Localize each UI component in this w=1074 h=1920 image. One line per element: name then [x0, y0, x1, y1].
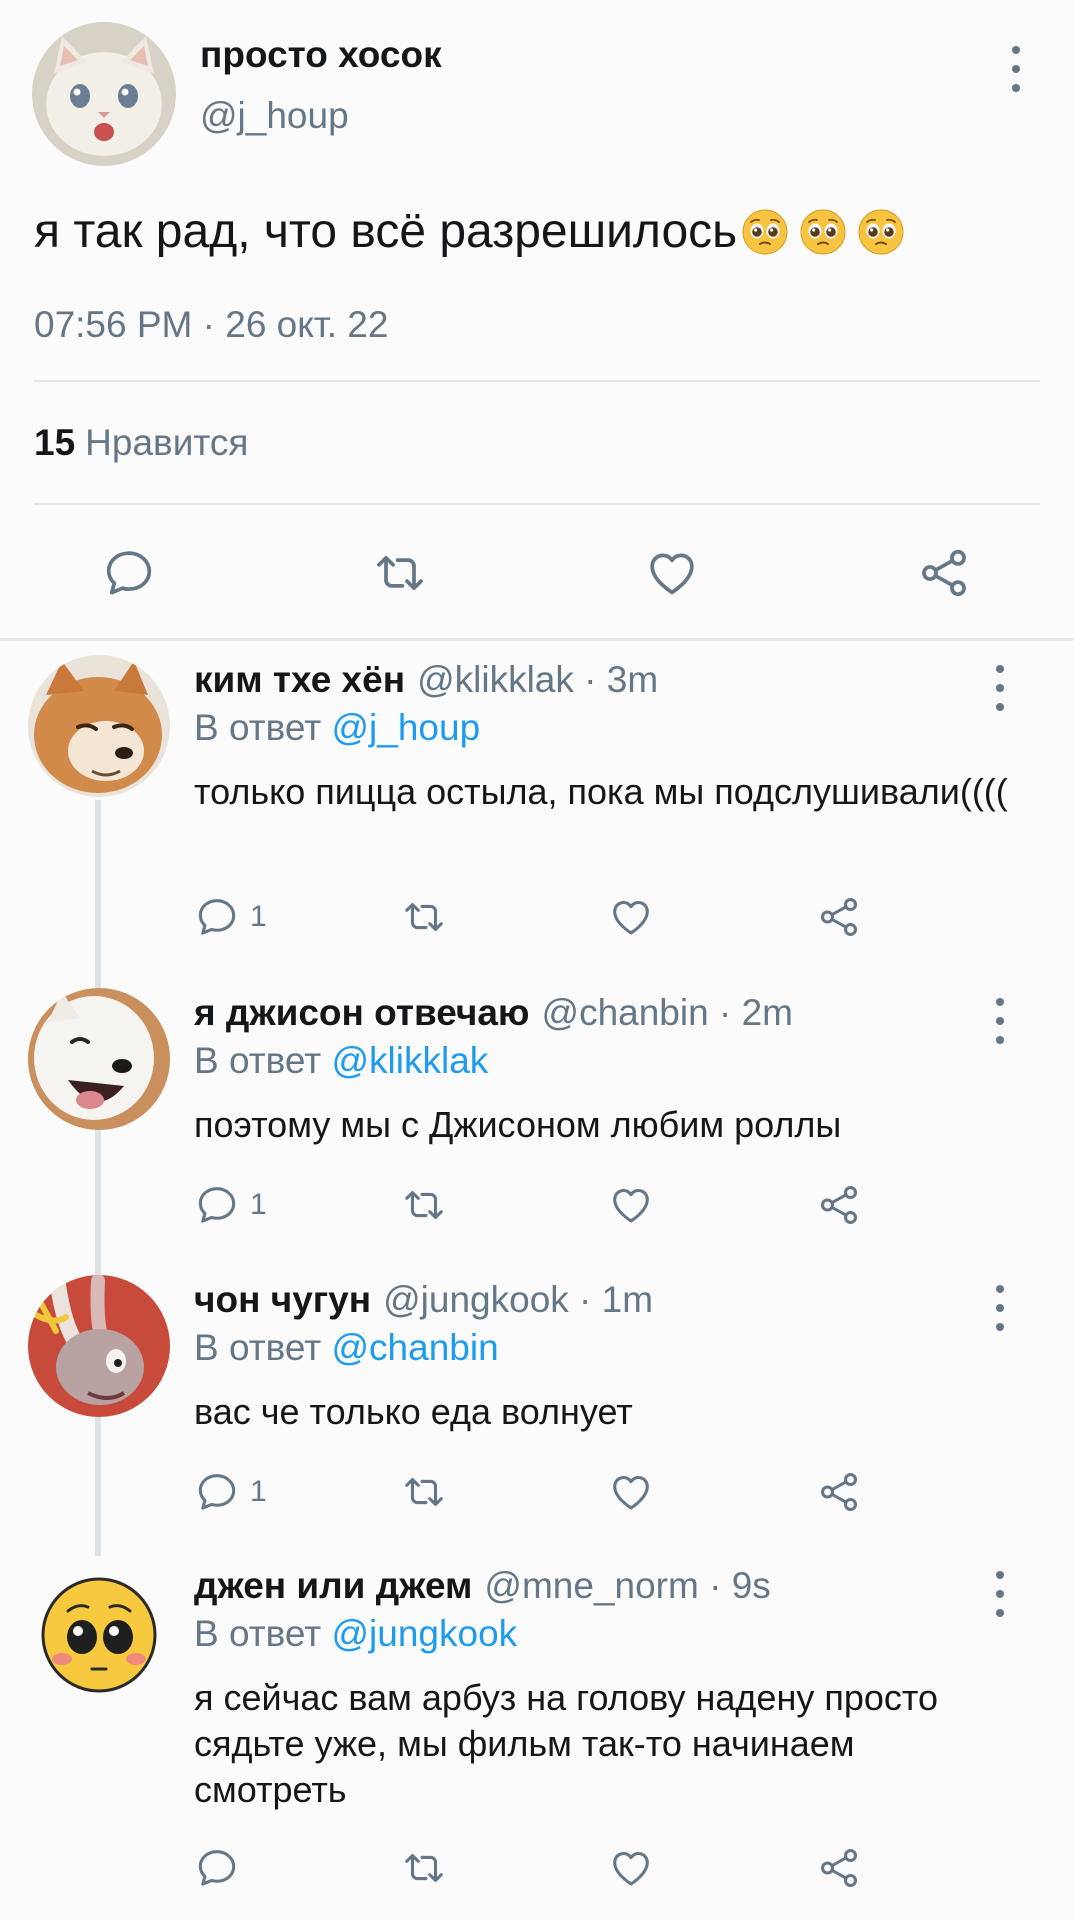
- reply-header: ким тхе хён @klikklak · 3m: [194, 659, 658, 701]
- replying-to-mention[interactable]: @j_houp: [332, 707, 481, 748]
- reply-text: я сейчас вам арбуз на голову надену прос…: [194, 1677, 938, 1810]
- reply-display-name[interactable]: ким тхе хён: [194, 659, 405, 700]
- reply-count: 1: [250, 1188, 267, 1221]
- retweet-action[interactable]: [401, 1182, 447, 1228]
- replying-to: В ответ @klikklak: [194, 1040, 488, 1082]
- replying-to-mention[interactable]: @jungkook: [332, 1613, 518, 1654]
- replying-to-label: В ответ: [194, 1040, 322, 1081]
- reply-handle-time[interactable]: @jungkook · 1m: [383, 1279, 653, 1320]
- share-action[interactable]: [816, 894, 862, 940]
- author-display-name[interactable]: просто хосок: [200, 34, 442, 76]
- reply-icon[interactable]: [101, 545, 157, 601]
- reply-text: только пицца остыла, пока мы подслушивал…: [194, 771, 1008, 812]
- reply-avatar[interactable]: [28, 1275, 170, 1417]
- reply-handle-time[interactable]: @chanbin · 2m: [542, 992, 793, 1033]
- reply-icon[interactable]: [194, 1469, 240, 1515]
- retweet-icon[interactable]: [401, 1182, 447, 1228]
- author-handle[interactable]: @j_houp: [200, 95, 349, 137]
- reply-avatar[interactable]: [28, 655, 170, 797]
- pleading-face-icon: [741, 208, 789, 256]
- share-action[interactable]: [816, 1845, 862, 1891]
- more-options-icon[interactable]: [990, 1285, 1010, 1331]
- share-icon[interactable]: [816, 1469, 862, 1515]
- like-count: 15: [34, 422, 76, 463]
- reply-text: поэтому мы с Джисоном любим роллы: [194, 1104, 842, 1145]
- reply-actions: [194, 1845, 894, 1895]
- thread-connector: [95, 800, 101, 1556]
- reply-icon[interactable]: [194, 894, 240, 940]
- share-icon[interactable]: [816, 894, 862, 940]
- reply-header: джен или джем @mne_norm · 9s: [194, 1565, 771, 1607]
- reply-avatar[interactable]: [28, 988, 170, 1130]
- reply-icon[interactable]: [194, 1182, 240, 1228]
- reply-actions: 1: [194, 894, 894, 944]
- tweet-text-row: я так рад, что всё разрешилось: [34, 204, 905, 259]
- section-divider: [0, 638, 1074, 641]
- main-tweet: просто хосок @j_houp я так рад, что всё …: [0, 0, 1074, 640]
- retweet-icon[interactable]: [401, 894, 447, 940]
- replying-to-mention[interactable]: @chanbin: [332, 1327, 499, 1368]
- more-options-icon[interactable]: [990, 998, 1010, 1044]
- reply-header: чон чугун @jungkook · 1m: [194, 1279, 653, 1321]
- replying-to-label: В ответ: [194, 1327, 322, 1368]
- share-action[interactable]: [816, 1182, 862, 1228]
- retweet-icon[interactable]: [401, 1845, 447, 1891]
- like-action[interactable]: [608, 1845, 654, 1891]
- like-icon[interactable]: [608, 894, 654, 940]
- like-icon[interactable]: [644, 545, 700, 601]
- reply-handle-time[interactable]: @klikklak · 3m: [417, 659, 658, 700]
- replying-to-mention[interactable]: @klikklak: [332, 1040, 489, 1081]
- tweet-text: я так рад, что всё разрешилось: [34, 205, 738, 258]
- reply-avatar[interactable]: [28, 1561, 170, 1703]
- share-icon[interactable]: [816, 1845, 862, 1891]
- tweet-timestamp: 07:56 PM · 26 окт. 22: [34, 304, 389, 345]
- like-icon[interactable]: [608, 1469, 654, 1515]
- reply-display-name[interactable]: я джисон отвечаю: [194, 992, 530, 1033]
- pleading-face-icon: [799, 208, 847, 256]
- reply-display-name[interactable]: чон чугун: [194, 1279, 371, 1320]
- reply-action[interactable]: [194, 1845, 250, 1891]
- reply-count: 1: [250, 1475, 267, 1508]
- retweet-action[interactable]: [401, 1845, 447, 1891]
- retweet-action[interactable]: [401, 894, 447, 940]
- retweet-icon[interactable]: [401, 1469, 447, 1515]
- like-label: Нравится: [85, 422, 249, 463]
- reply-handle-time[interactable]: @mne_norm · 9s: [484, 1565, 770, 1606]
- replying-to: В ответ @chanbin: [194, 1327, 499, 1369]
- reply-icon[interactable]: [194, 1845, 240, 1891]
- author-avatar[interactable]: [32, 22, 176, 166]
- share-action[interactable]: [816, 1469, 862, 1515]
- divider: [34, 503, 1040, 505]
- like-action[interactable]: [608, 1469, 654, 1515]
- replying-to-label: В ответ: [194, 707, 322, 748]
- like-icon[interactable]: [608, 1845, 654, 1891]
- share-icon[interactable]: [816, 1182, 862, 1228]
- replying-to: В ответ @jungkook: [194, 1613, 517, 1655]
- like-action[interactable]: [608, 1182, 654, 1228]
- retweet-icon[interactable]: [372, 545, 428, 601]
- replying-to: В ответ @j_houp: [194, 707, 480, 749]
- likes-summary[interactable]: 15 Нравится: [34, 422, 248, 464]
- reply-action[interactable]: 1: [194, 1182, 267, 1228]
- reply-header: я джисон отвечаю @chanbin · 2m: [194, 992, 793, 1034]
- reply-text: вас че только еда волнует: [194, 1391, 633, 1432]
- retweet-action[interactable]: [401, 1469, 447, 1515]
- share-icon[interactable]: [916, 545, 972, 601]
- more-options-icon[interactable]: [990, 665, 1010, 711]
- more-options-icon[interactable]: [990, 1571, 1010, 1617]
- reply-count: 1: [250, 900, 267, 933]
- reply-action[interactable]: 1: [194, 894, 267, 940]
- pleading-face-icon: [857, 208, 905, 256]
- reply-display-name[interactable]: джен или джем: [194, 1565, 472, 1606]
- reply-actions: 1: [194, 1182, 894, 1232]
- like-icon[interactable]: [608, 1182, 654, 1228]
- like-action[interactable]: [608, 894, 654, 940]
- replying-to-label: В ответ: [194, 1613, 322, 1654]
- reply-actions: 1: [194, 1469, 894, 1519]
- divider: [34, 380, 1040, 382]
- reply-action[interactable]: 1: [194, 1469, 267, 1515]
- emoji-group: [741, 208, 905, 256]
- more-options-icon[interactable]: [1006, 46, 1026, 92]
